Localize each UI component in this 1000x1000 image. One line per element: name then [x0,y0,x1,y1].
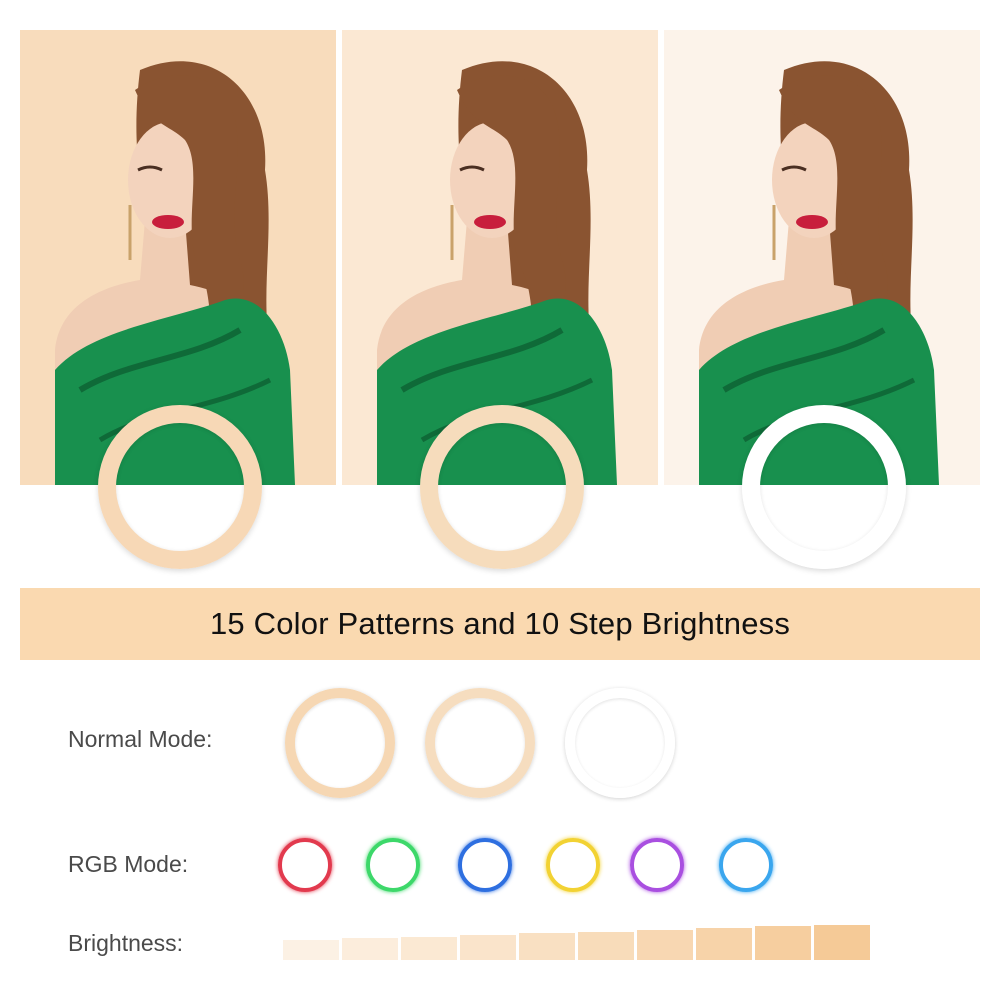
normal-ring-cool [565,688,675,798]
rgb-ring-purple [630,838,684,892]
normal-mode-label: Normal Mode: [68,726,213,752]
rgb-ring-green [366,838,420,892]
brightness-step [519,933,575,960]
brightness-step [637,929,693,960]
brightness-step [755,926,811,960]
brightness-step [696,928,752,960]
rgb-ring-red [278,838,332,892]
brightness-step [460,934,516,960]
brightness-label: Brightness: [68,930,184,956]
feature-banner: 15 Color Patterns and 10 Step Brightness [20,588,980,660]
rgb-ring-cyan [719,838,773,892]
banner-title: 15 Color Patterns and 10 Step Brightness [209,606,791,641]
rgb-ring-yellow [546,838,600,892]
rgb-ring-blue [458,838,512,892]
ring-light-cool [742,405,906,569]
brightness-step [283,940,339,960]
normal-ring-neutral [425,688,535,798]
rgb-mode-label: RGB Mode: [68,851,189,877]
brightness-step [401,936,457,960]
ring-light-neutral [420,405,584,569]
brightness-step [342,938,398,960]
brightness-scale [283,924,873,960]
ring-light-warm [98,405,262,569]
brightness-step [578,931,634,960]
normal-ring-warm [285,688,395,798]
brightness-step [814,924,870,960]
